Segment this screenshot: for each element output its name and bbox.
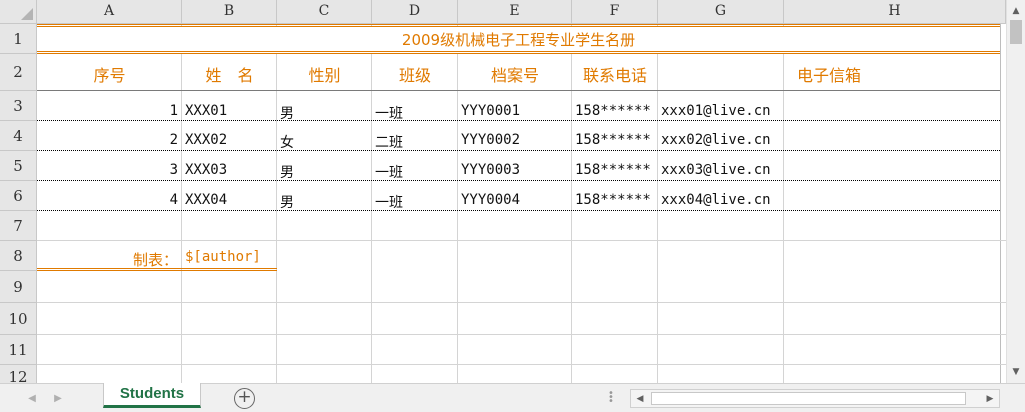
split-handle-icon[interactable]: • • • — [608, 389, 614, 407]
header-no[interactable]: 序号 — [37, 62, 182, 86]
select-all-corner[interactable] — [0, 0, 37, 24]
row-separator — [37, 150, 1000, 151]
cell-phone[interactable]: 158****** — [575, 103, 651, 119]
cell-email[interactable]: xxx04@live.cn — [661, 192, 771, 208]
column-header-a[interactable]: A — [37, 0, 182, 24]
scroll-left-icon[interactable]: ◀ — [631, 390, 649, 407]
gridline — [37, 302, 1006, 303]
row-header-1[interactable]: 1 — [0, 24, 37, 54]
scroll-right-icon[interactable]: ▶ — [981, 390, 999, 407]
spreadsheet-grid[interactable]: A B C D E F G H 1 2 3 4 5 6 7 8 9 10 11 … — [0, 0, 1006, 383]
cell-no[interactable]: 1 — [37, 103, 178, 119]
title-bottom-border — [37, 51, 1000, 54]
vertical-scrollbar[interactable]: ▲ ▼ — [1006, 0, 1025, 383]
cell-gender[interactable]: 男 — [280, 192, 294, 212]
sheet-title[interactable]: 2009级机械电子工程专业学生名册 — [37, 29, 1000, 51]
title-top-border — [37, 24, 1000, 27]
row-header-7[interactable]: 7 — [0, 211, 37, 241]
column-header-d[interactable]: D — [372, 0, 458, 24]
cell-email[interactable]: xxx02@live.cn — [661, 132, 771, 148]
row-header-8[interactable]: 8 — [0, 241, 37, 271]
gridline — [1000, 24, 1001, 383]
horizontal-scroll-thumb[interactable] — [651, 392, 966, 405]
maker-label[interactable]: 制表： — [37, 249, 178, 270]
cell-name[interactable]: XXX01 — [185, 103, 227, 119]
row-separator — [37, 210, 1000, 211]
column-header-b[interactable]: B — [182, 0, 277, 24]
column-header-g[interactable]: G — [658, 0, 784, 24]
gridline — [37, 364, 1006, 365]
sheet-tab-students[interactable]: Students — [103, 383, 201, 408]
cell-name[interactable]: XXX02 — [185, 132, 227, 148]
row-header-2[interactable]: 2 — [0, 54, 37, 91]
cell-class[interactable]: 二班 — [375, 132, 403, 152]
cell-file-no[interactable]: YYY0004 — [461, 192, 520, 208]
gridline — [37, 240, 1006, 241]
scroll-down-icon[interactable]: ▼ — [1007, 363, 1025, 381]
cell-no[interactable]: 3 — [37, 162, 178, 178]
row-header-6[interactable]: 6 — [0, 181, 37, 211]
row-header-11[interactable]: 11 — [0, 335, 37, 365]
cell-file-no[interactable]: YYY0003 — [461, 162, 520, 178]
scroll-up-icon[interactable]: ▲ — [1007, 2, 1025, 20]
prev-sheet-icon[interactable]: ◀ — [22, 388, 42, 408]
column-header-c[interactable]: C — [277, 0, 372, 24]
row-header-10[interactable]: 10 — [0, 303, 37, 335]
add-sheet-icon[interactable]: + — [234, 388, 255, 409]
column-header-h[interactable]: H — [784, 0, 1006, 24]
horizontal-scrollbar[interactable]: ◀ ▶ — [630, 389, 1000, 408]
cell-no[interactable]: 4 — [37, 192, 178, 208]
cell-name[interactable]: XXX03 — [185, 162, 227, 178]
cell-email[interactable]: xxx01@live.cn — [661, 103, 771, 119]
cell-class[interactable]: 一班 — [375, 162, 403, 182]
row-header-3[interactable]: 3 — [0, 91, 37, 121]
vertical-scroll-thumb[interactable] — [1010, 20, 1022, 44]
cell-name[interactable]: XXX04 — [185, 192, 227, 208]
cell-gender[interactable]: 女 — [280, 132, 294, 152]
cell-gender[interactable]: 男 — [280, 162, 294, 182]
cell-file-no[interactable]: YYY0002 — [461, 132, 520, 148]
header-bottom-border — [37, 90, 1000, 91]
cell-email[interactable]: xxx03@live.cn — [661, 162, 771, 178]
maker-value[interactable]: $[author] — [185, 249, 261, 265]
cell-phone[interactable]: 158****** — [575, 132, 651, 148]
row-header-5[interactable]: 5 — [0, 151, 37, 181]
next-sheet-icon[interactable]: ▶ — [48, 388, 68, 408]
header-gender[interactable]: 性别 — [277, 62, 372, 86]
cell-class[interactable]: 一班 — [375, 192, 403, 212]
row-separator — [37, 180, 1000, 181]
row-header-9[interactable]: 9 — [0, 271, 37, 303]
cell-no[interactable]: 2 — [37, 132, 178, 148]
maker-bottom-border — [37, 268, 277, 271]
column-header-e[interactable]: E — [458, 0, 572, 24]
header-name[interactable]: 姓 名 — [182, 62, 277, 86]
row-header-4[interactable]: 4 — [0, 121, 37, 151]
row-separator — [37, 120, 1000, 121]
header-class[interactable]: 班级 — [372, 62, 458, 86]
cell-phone[interactable]: 158****** — [575, 192, 651, 208]
column-header-f[interactable]: F — [572, 0, 658, 24]
header-file-no[interactable]: 档案号 — [458, 62, 572, 86]
row-header-12[interactable]: 12 — [0, 365, 37, 383]
sheet-tab-bar: ◀ ▶ Students + • • • ◀ ▶ — [0, 383, 1025, 412]
header-phone[interactable]: 联系电话 — [572, 62, 658, 86]
cell-file-no[interactable]: YYY0001 — [461, 103, 520, 119]
header-email[interactable]: 电子信箱 — [658, 62, 1000, 86]
gridline — [37, 334, 1006, 335]
cell-phone[interactable]: 158****** — [575, 162, 651, 178]
